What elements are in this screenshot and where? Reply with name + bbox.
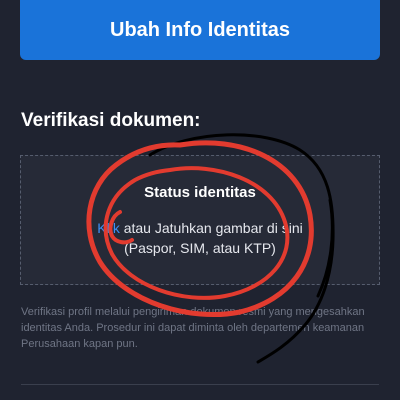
change-identity-info-label: Ubah Info Identitas [110,18,290,41]
upload-instruction: Klik atau Jatuhkan gambar di sini [21,220,379,236]
click-upload-link[interactable]: Klik [97,220,120,236]
identity-status-title: Status identitas [144,184,256,201]
verification-info-text: Verifikasi profil melalui pengiriman dok… [21,306,365,350]
accepted-document-types: (Paspor, SIM, atau KTP) [124,240,276,256]
section-divider [21,384,379,385]
document-upload-dropzone[interactable]: Status identitas Klik atau Jatuhkan gamb… [20,155,380,285]
change-identity-info-button[interactable]: Ubah Info Identitas [20,0,380,60]
identity-settings-screen: Ubah Info Identitas Verifikasi dokumen: … [0,0,400,400]
drop-instruction-text: atau Jatuhkan gambar di sini [119,220,303,236]
document-verification-title: Verifikasi dokumen: [21,110,201,131]
